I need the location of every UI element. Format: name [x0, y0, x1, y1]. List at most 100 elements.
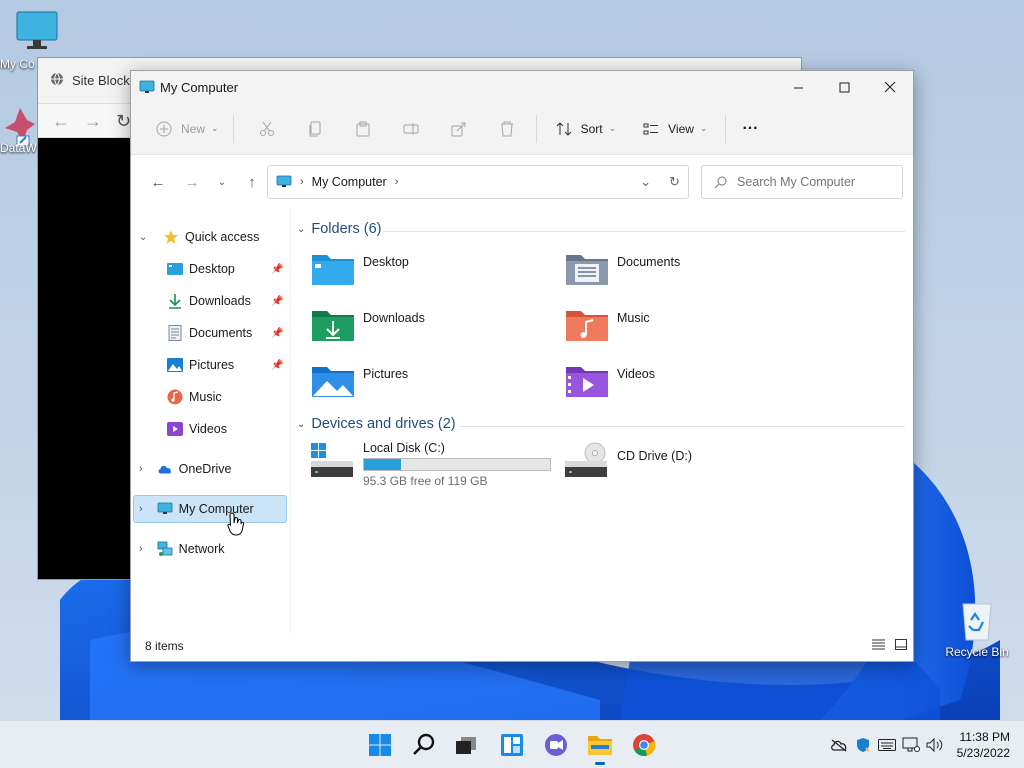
- sort-icon: [553, 118, 575, 140]
- new-label: New: [181, 121, 206, 136]
- pictures-folder-icon: [312, 367, 354, 397]
- security-shield-icon[interactable]: [851, 733, 875, 757]
- volume-icon[interactable]: [923, 733, 947, 757]
- cut-button[interactable]: [252, 113, 282, 145]
- group-header-devices[interactable]: ⌄ Devices and drives (2): [297, 416, 456, 432]
- start-button[interactable]: [364, 729, 396, 761]
- back-button[interactable]: ←: [141, 167, 175, 197]
- breadcrumb-chevron-icon[interactable]: ›: [395, 176, 399, 188]
- content-pane: ⌄ Folders (6) Desktop Documents Download…: [291, 209, 915, 633]
- sidebar-item-quick-access[interactable]: ⌄ Quick access: [139, 224, 259, 250]
- chevron-right-icon[interactable]: ›: [139, 543, 143, 555]
- share-button[interactable]: [444, 113, 474, 145]
- taskbar: 11:38 PM 5/23/2022: [0, 720, 1024, 768]
- new-button[interactable]: New ⌄: [149, 113, 223, 145]
- sidebar-item-pictures[interactable]: Pictures 📌: [167, 352, 291, 378]
- sidebar-item-music[interactable]: Music: [167, 384, 222, 410]
- sidebar-item-downloads[interactable]: Downloads 📌: [167, 288, 291, 314]
- folder-label: Desktop: [363, 255, 409, 269]
- network-status-icon[interactable]: [899, 733, 923, 757]
- task-view-button[interactable]: [450, 729, 482, 761]
- background-browser-tab[interactable]: Site Block: [50, 72, 130, 89]
- chevron-right-icon[interactable]: ›: [139, 503, 143, 515]
- datawrapper-icon: [5, 108, 35, 147]
- copy-button[interactable]: [300, 113, 330, 145]
- sidebar-item-network[interactable]: › Network: [139, 536, 225, 562]
- widgets-button[interactable]: [496, 729, 528, 761]
- search-input[interactable]: [737, 175, 897, 189]
- onedrive-offline-icon[interactable]: [827, 733, 851, 757]
- pin-icon[interactable]: 📌: [271, 296, 283, 307]
- sidebar-item-label: OneDrive: [178, 462, 232, 476]
- drive-tile-local-disk[interactable]: Local Disk (C:) 95.3 GB free of 119 GB: [309, 441, 551, 488]
- item-count: 8 items: [145, 639, 184, 653]
- sidebar-item-documents[interactable]: Documents 📌: [167, 320, 291, 346]
- sidebar-item-videos[interactable]: Videos: [167, 416, 227, 442]
- paste-button[interactable]: [348, 113, 378, 145]
- pin-icon[interactable]: 📌: [271, 328, 283, 339]
- details-view-icon[interactable]: [872, 639, 885, 653]
- tiles-view-icon[interactable]: [895, 639, 907, 653]
- sort-button[interactable]: Sort ⌄: [549, 113, 621, 145]
- file-explorer-window[interactable]: My Computer New ⌄ Sort ⌄ View ⌄ ··· ← → …: [130, 70, 914, 662]
- desktop-icon-datawrapper[interactable]: DataW: [0, 106, 40, 155]
- breadcrumb-my-computer[interactable]: My Computer: [312, 175, 387, 189]
- forward-button[interactable]: →: [175, 167, 209, 197]
- delete-button[interactable]: [492, 113, 522, 145]
- address-history-chevron-icon[interactable]: ⌄: [640, 174, 651, 190]
- desktop-icon-recycle-bin[interactable]: Recycle Bin: [942, 600, 1012, 659]
- chevron-down-icon[interactable]: ⌄: [297, 419, 305, 430]
- pin-icon[interactable]: 📌: [271, 360, 283, 371]
- search-box[interactable]: [701, 165, 903, 199]
- folder-tile-pictures[interactable]: Pictures: [311, 361, 408, 399]
- chat-button[interactable]: [540, 729, 572, 761]
- toolbar-divider: [725, 114, 727, 143]
- drive-usage-fill: [364, 459, 402, 470]
- chrome-taskbar-button[interactable]: [628, 729, 660, 761]
- view-button[interactable]: View ⌄: [636, 113, 711, 145]
- star-icon: [163, 229, 179, 245]
- folder-tile-videos[interactable]: Videos: [565, 361, 655, 399]
- taskbar-search-button[interactable]: [408, 729, 440, 761]
- music-icon: [167, 389, 183, 405]
- back-arrow-icon[interactable]: ←: [52, 111, 70, 132]
- refresh-icon[interactable]: ↻: [116, 111, 131, 132]
- more-icon: ···: [742, 119, 759, 137]
- up-button[interactable]: ↑: [235, 167, 269, 197]
- chrome-icon: [633, 734, 656, 757]
- widgets-icon: [501, 734, 523, 756]
- window-titlebar[interactable]: My Computer: [131, 71, 913, 103]
- chevron-down-icon[interactable]: ⌄: [139, 232, 151, 243]
- folder-label: Music: [617, 311, 650, 325]
- recent-locations-button[interactable]: ⌄: [209, 167, 235, 197]
- cloud-icon: [157, 461, 173, 477]
- folder-tile-desktop[interactable]: Desktop: [311, 249, 409, 287]
- more-options-button[interactable]: ···: [738, 113, 762, 145]
- sidebar-item-label: Pictures: [189, 358, 235, 372]
- chevron-right-icon[interactable]: ›: [139, 463, 143, 475]
- drive-tile-cd-drive[interactable]: CD Drive (D:): [563, 441, 692, 479]
- sidebar-item-onedrive[interactable]: › OneDrive: [139, 456, 231, 482]
- refresh-icon[interactable]: ↻: [669, 174, 680, 190]
- folder-tile-music[interactable]: Music: [565, 305, 650, 343]
- file-explorer-taskbar-button[interactable]: [584, 729, 616, 765]
- taskbar-clock[interactable]: 11:38 PM 5/23/2022: [947, 729, 1024, 761]
- minimize-button[interactable]: [775, 71, 821, 103]
- network-icon: [157, 541, 173, 557]
- pin-icon[interactable]: 📌: [271, 264, 283, 275]
- address-bar[interactable]: › My Computer › ⌄ ↻: [267, 165, 689, 199]
- sidebar-item-desktop[interactable]: Desktop 📌: [167, 256, 291, 282]
- sort-label: Sort: [580, 121, 603, 136]
- group-header-label: Devices and drives (2): [311, 416, 456, 432]
- forward-arrow-icon[interactable]: →: [84, 111, 102, 132]
- folder-tile-documents[interactable]: Documents: [565, 249, 680, 287]
- chevron-down-icon[interactable]: ⌄: [297, 224, 305, 235]
- maximize-button[interactable]: [821, 71, 867, 103]
- keyboard-icon[interactable]: [875, 733, 899, 757]
- close-button[interactable]: [867, 71, 913, 103]
- folder-tile-downloads[interactable]: Downloads: [311, 305, 425, 343]
- downloads-folder-icon: [312, 311, 354, 341]
- rename-button[interactable]: [396, 113, 426, 145]
- group-header-label: Folders (6): [311, 221, 382, 237]
- group-header-folders[interactable]: ⌄ Folders (6): [297, 221, 382, 237]
